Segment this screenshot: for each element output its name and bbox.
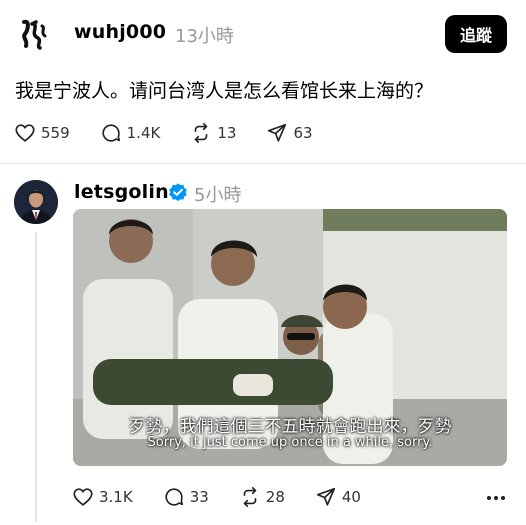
calligraphy-avatar-icon xyxy=(22,19,47,50)
post-divider xyxy=(0,163,526,164)
profile-photo-icon xyxy=(14,180,58,224)
post-text: 我是宁波人。请问台湾人是怎么看馆长来上海的？ xyxy=(15,80,434,102)
avatar-wuhj000[interactable] xyxy=(14,14,54,54)
heart-icon xyxy=(15,124,35,142)
like-count: 559 xyxy=(41,124,70,142)
verified-badge-icon xyxy=(169,183,187,202)
reply-count: 33 xyxy=(189,488,209,506)
repost-button[interactable]: 28 xyxy=(239,486,285,508)
post-1-actions: 559 1.4K 13 63 xyxy=(14,122,343,144)
comment-icon xyxy=(102,124,120,142)
share-icon xyxy=(316,487,335,506)
repost-button[interactable]: 13 xyxy=(190,122,236,144)
post-time: 13小時 xyxy=(175,26,234,47)
repost-count: 28 xyxy=(265,488,285,506)
username[interactable]: wuhj000 xyxy=(74,21,166,43)
post-1: wuhj000 13小時 追蹤 我是宁波人。请问台湾人是怎么看馆长来上海的？ 5… xyxy=(0,0,526,165)
post-time: 5小時 xyxy=(194,185,242,206)
reply-button[interactable]: 33 xyxy=(163,486,209,508)
comment-icon xyxy=(165,488,183,506)
repost-icon xyxy=(195,123,208,143)
repost-count: 13 xyxy=(217,124,237,142)
share-count: 63 xyxy=(293,124,313,142)
subtitle-chinese: 歹勢，我們這個三不五時就會跑出來，歹勢 xyxy=(128,417,452,437)
follow-button[interactable]: 追蹤 xyxy=(445,15,507,53)
like-count: 3.1K xyxy=(99,488,133,506)
like-button[interactable]: 3.1K xyxy=(72,486,133,508)
more-icon[interactable] xyxy=(484,490,508,506)
share-button[interactable]: 63 xyxy=(266,122,313,144)
share-button[interactable]: 40 xyxy=(315,486,361,508)
share-icon xyxy=(268,123,287,142)
share-count: 40 xyxy=(341,488,361,506)
reply-count: 1.4K xyxy=(126,124,161,142)
username[interactable]: letsgolin xyxy=(74,181,169,203)
subtitle-english: Sorry, it just come up once in a while, … xyxy=(147,435,433,450)
heart-icon xyxy=(73,488,93,506)
post-2-actions: 3.1K 33 28 40 xyxy=(72,486,391,508)
avatar-letsgolin[interactable] xyxy=(14,180,58,224)
repost-icon xyxy=(243,487,257,507)
thread-line xyxy=(35,232,37,522)
like-button[interactable]: 559 xyxy=(14,122,70,144)
reply-button[interactable]: 1.4K xyxy=(100,122,161,144)
movie-still-image[interactable]: 歹勢，我們這個三不五時就會跑出來，歹勢 Sorry, it just come … xyxy=(73,209,507,466)
